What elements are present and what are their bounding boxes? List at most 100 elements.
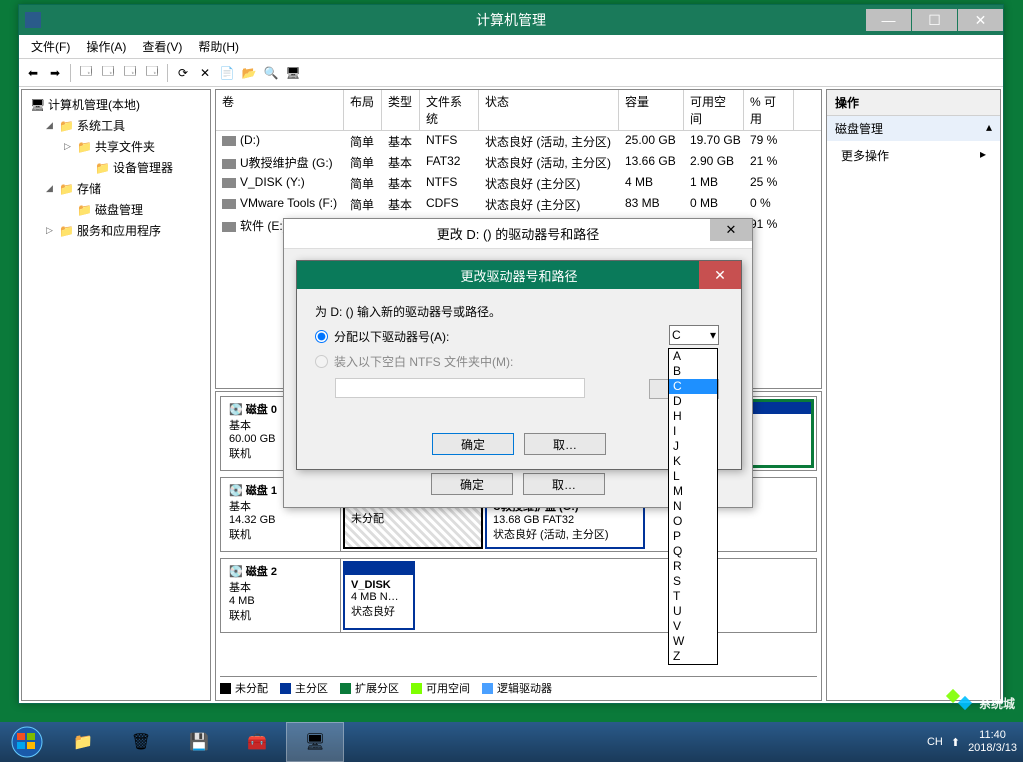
drive-icon (222, 159, 236, 169)
clock-date[interactable]: 2018/3/13 (968, 742, 1017, 755)
dropdown-option[interactable]: J (669, 439, 717, 454)
dropdown-option[interactable]: Q (669, 544, 717, 559)
table-row[interactable]: (D:) 简单 基本 NTFS 状态良好 (活动, 主分区) 25.00 GB … (216, 131, 821, 152)
tree-toggle-icon[interactable]: ▷ (64, 141, 73, 152)
drive-icon (222, 136, 236, 146)
drive-icon (222, 222, 236, 232)
close-button[interactable]: ✕ (699, 261, 741, 289)
tree-item[interactable]: ▷📁共享文件夹 (26, 136, 206, 157)
menubar: 文件(F) 操作(A) 查看(V) 帮助(H) (19, 35, 1003, 59)
language-indicator[interactable]: CH (927, 736, 943, 748)
tree-item[interactable]: 📁设备管理器 (26, 157, 206, 178)
dropdown-option[interactable]: V (669, 619, 717, 634)
dialog-title[interactable]: 更改驱动器号和路径 ✕ (297, 261, 741, 289)
dropdown-option[interactable]: L (669, 469, 717, 484)
dropdown-option[interactable]: M (669, 484, 717, 499)
taskbar[interactable]: 📁 🗑 💾 🧰 🖥 CH ⬆ 11:40 2018/3/13 (0, 722, 1023, 762)
taskbar-app[interactable]: 🗑 (112, 722, 170, 762)
dropdown-option[interactable]: H (669, 409, 717, 424)
tree-item[interactable]: ◢📁存储 (26, 178, 206, 199)
toolbar-icon[interactable]: 🗔 (76, 63, 96, 83)
dropdown-option[interactable]: K (669, 454, 717, 469)
menu-help[interactable]: 帮助(H) (190, 36, 247, 57)
navigation-tree[interactable]: 🖥 计算机管理(本地) ◢📁系统工具▷📁共享文件夹 📁设备管理器◢📁存储 📁磁盘… (21, 89, 211, 701)
actions-section[interactable]: 磁盘管理 ▴ (827, 116, 1000, 141)
toolbar-icon[interactable]: 📄 (217, 63, 237, 83)
dropdown-option[interactable]: D (669, 394, 717, 409)
tree-item[interactable]: 📁磁盘管理 (26, 199, 206, 220)
start-button[interactable] (0, 722, 54, 762)
refresh-button[interactable]: ⟳ (173, 63, 193, 83)
more-actions[interactable]: 更多操作 ▸ (827, 141, 1000, 170)
mount-folder-radio[interactable]: 装入以下空白 NTFS 文件夹中(M): (315, 353, 723, 370)
dropdown-option[interactable]: W (669, 634, 717, 649)
dropdown-option[interactable]: N (669, 499, 717, 514)
cancel-button[interactable]: 取… (524, 433, 606, 455)
tree-root[interactable]: 🖥 计算机管理(本地) (26, 94, 206, 115)
toolbar-icon[interactable]: ✕ (195, 63, 215, 83)
tree-toggle-icon[interactable]: ◢ (46, 183, 55, 194)
drive-letter-dropdown[interactable]: ABCDHIJKLMNOPQRSTUVWZ (668, 348, 718, 665)
taskbar-app[interactable]: 💾 (170, 722, 228, 762)
table-row[interactable]: VMware Tools (F:) 简单 基本 CDFS 状态良好 (主分区) … (216, 194, 821, 215)
ok-button[interactable]: 确定 (432, 433, 514, 455)
toolbar-icon[interactable]: 🔍 (261, 63, 281, 83)
disk-row[interactable]: 💽 磁盘 2基本4 MB联机 V_DISK4 MB N…状态良好 (220, 558, 817, 633)
tray-icon[interactable]: ⬆ (951, 736, 960, 749)
taskbar-app[interactable]: 🧰 (228, 722, 286, 762)
toolbar-icon[interactable]: 📂 (239, 63, 259, 83)
table-row[interactable]: V_DISK (Y:) 简单 基本 NTFS 状态良好 (主分区) 4 MB 1… (216, 173, 821, 194)
tree-item[interactable]: ◢📁系统工具 (26, 115, 206, 136)
toolbar-icon[interactable]: 🖥 (283, 63, 303, 83)
forward-button[interactable]: ➡ (45, 63, 65, 83)
disk-icon: 💽 (229, 485, 243, 497)
tree-toggle-icon[interactable]: ◢ (46, 120, 55, 131)
menu-file[interactable]: 文件(F) (23, 36, 78, 57)
maximize-button[interactable]: ☐ (912, 9, 957, 31)
drive-icon (222, 199, 236, 209)
minimize-button[interactable]: — (866, 9, 911, 31)
folder-icon: 📁 (59, 224, 73, 238)
titlebar[interactable]: 计算机管理 — ☐ ✕ (19, 5, 1003, 35)
clock-time[interactable]: 11:40 (968, 729, 1017, 742)
tree-toggle-icon[interactable] (64, 205, 73, 215)
dropdown-option[interactable]: Z (669, 649, 717, 664)
app-icon (25, 12, 41, 28)
menu-view[interactable]: 查看(V) (134, 36, 190, 57)
collapse-icon: ▴ (986, 120, 992, 137)
dropdown-option[interactable]: O (669, 514, 717, 529)
dropdown-option[interactable]: B (669, 364, 717, 379)
folder-icon: 📁 (59, 182, 73, 196)
taskbar-app[interactable]: 📁 (54, 722, 112, 762)
back-button[interactable]: ⬅ (23, 63, 43, 83)
cancel-button[interactable]: 取… (523, 473, 605, 495)
drive-letter-select[interactable]: C ▾ (669, 325, 719, 345)
dropdown-option[interactable]: P (669, 529, 717, 544)
dropdown-option[interactable]: R (669, 559, 717, 574)
tree-toggle-icon[interactable]: ▷ (46, 225, 55, 236)
assign-letter-radio[interactable]: 分配以下驱动器号(A): (315, 328, 723, 345)
toolbar-icon[interactable]: 🗔 (120, 63, 140, 83)
system-tray[interactable]: CH ⬆ 11:40 2018/3/13 (927, 729, 1017, 755)
toolbar-icon[interactable]: 🗔 (98, 63, 118, 83)
computer-icon: 🖥 (30, 98, 44, 112)
close-button[interactable]: ✕ (958, 9, 1003, 31)
disk-icon: 💽 (229, 404, 243, 416)
tree-toggle-icon[interactable] (82, 163, 91, 173)
dropdown-option[interactable]: A (669, 349, 717, 364)
taskbar-app-active[interactable]: 🖥 (286, 722, 344, 762)
dropdown-option[interactable]: I (669, 424, 717, 439)
toolbar-icon[interactable]: 🗔 (142, 63, 162, 83)
dropdown-option[interactable]: S (669, 574, 717, 589)
tree-item[interactable]: ▷📁服务和应用程序 (26, 220, 206, 241)
actions-header: 操作 (827, 90, 1000, 116)
ok-button[interactable]: 确定 (431, 473, 513, 495)
menu-action[interactable]: 操作(A) (78, 36, 134, 57)
dialog-title[interactable]: 更改 D: () 的驱动器号和路径 ✕ (284, 219, 752, 249)
dropdown-option[interactable]: C (669, 379, 717, 394)
dropdown-option[interactable]: T (669, 589, 717, 604)
dropdown-option[interactable]: U (669, 604, 717, 619)
table-row[interactable]: U教授维护盘 (G:) 简单 基本 FAT32 状态良好 (活动, 主分区) 1… (216, 152, 821, 173)
partition[interactable]: V_DISK4 MB N…状态良好 (343, 561, 415, 630)
close-button[interactable]: ✕ (710, 219, 752, 241)
